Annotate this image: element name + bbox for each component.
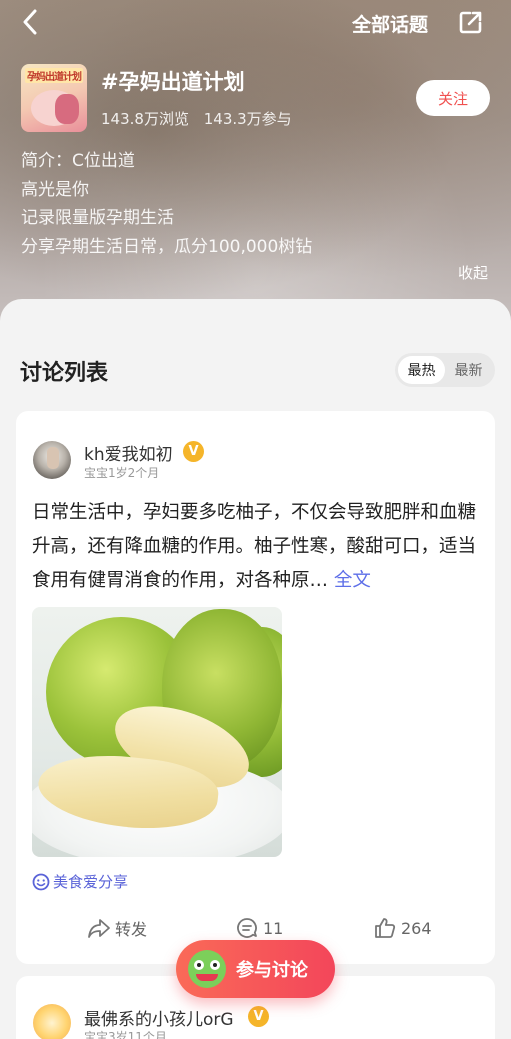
avatar[interactable] <box>33 441 71 479</box>
avatar[interactable] <box>33 1004 71 1039</box>
participant-count: 143.3万参与 <box>203 110 292 128</box>
baby-age: 宝宝1岁2个月 <box>84 466 160 480</box>
share-button[interactable] <box>456 6 486 38</box>
post-username[interactable]: 最佛系的小孩儿orG <box>84 1005 234 1030</box>
intro-line: 记录限量版孕期生活 <box>21 208 174 228</box>
join-discussion-button[interactable]: 参与讨论 <box>176 940 335 998</box>
topic-thumb-text: 孕妈出道计划 <box>25 68 83 83</box>
post-username[interactable]: kh爱我如初 <box>84 440 173 465</box>
share-action[interactable]: 转发 <box>87 915 147 941</box>
post-image[interactable] <box>32 607 282 857</box>
frog-icon <box>188 950 226 988</box>
like-count: 264 <box>401 918 432 938</box>
post-tag-label: 美食爱分享 <box>53 873 129 891</box>
view-count: 143.8万浏览 <box>101 110 189 128</box>
comment-icon <box>237 918 257 938</box>
topic-intro: 简介：C位出道 高光是你 记录限量版孕期生活 分享孕期生活日常，瓜分100,00… <box>21 147 312 261</box>
comment-action[interactable]: 11 <box>235 915 283 941</box>
discussion-list-title: 讨论列表 <box>20 361 109 386</box>
share-label: 转发 <box>115 920 148 939</box>
like-action[interactable]: 264 <box>373 915 432 941</box>
join-discussion-label: 参与讨论 <box>236 960 308 981</box>
read-more-link[interactable]: 全文 <box>334 570 371 591</box>
post-text[interactable]: 日常生活中，孕妇要多吃柚子，不仅会导致肥胖和血糖升高，还有降血糖的作用。柚子性寒… <box>32 496 477 598</box>
sort-new-tab[interactable]: 最新 <box>445 356 492 384</box>
follow-button[interactable]: 关注 <box>416 80 490 116</box>
topic-stats: 143.8万浏览 143.3万参与 <box>101 108 292 129</box>
intro-line: 高光是你 <box>21 179 89 200</box>
smile-icon <box>32 873 50 890</box>
chevron-left-icon <box>23 9 37 35</box>
sort-hot-tab[interactable]: 最热 <box>398 356 445 384</box>
share-icon <box>459 11 482 34</box>
post-tag[interactable]: 美食爱分享 <box>32 871 128 892</box>
back-button[interactable] <box>14 6 46 38</box>
post-body: 日常生活中，孕妇要多吃柚子，不仅会导致肥胖和血糖升高，还有降血糖的作用。柚子性寒… <box>32 502 477 591</box>
all-topics-link[interactable]: 全部话题 <box>352 10 428 37</box>
topic-title: #孕妈出道计划 <box>101 70 245 94</box>
topic-thumbnail: 孕妈出道计划 <box>21 64 87 132</box>
intro-line: 简介：C位出道 <box>21 151 135 171</box>
collapse-button[interactable]: 收起 <box>458 262 488 283</box>
thumbs-up-icon <box>375 918 396 938</box>
verified-badge-icon: V <box>248 1006 269 1027</box>
verified-badge-icon: V <box>183 441 204 462</box>
intro-line: 分享孕期生活日常，瓜分100,000树钻 <box>21 236 313 257</box>
baby-age: 宝宝3岁11个月 <box>84 1030 167 1039</box>
forward-icon <box>88 919 110 938</box>
comment-count: 11 <box>263 918 284 938</box>
sort-toggle: 最热 最新 <box>395 353 495 387</box>
